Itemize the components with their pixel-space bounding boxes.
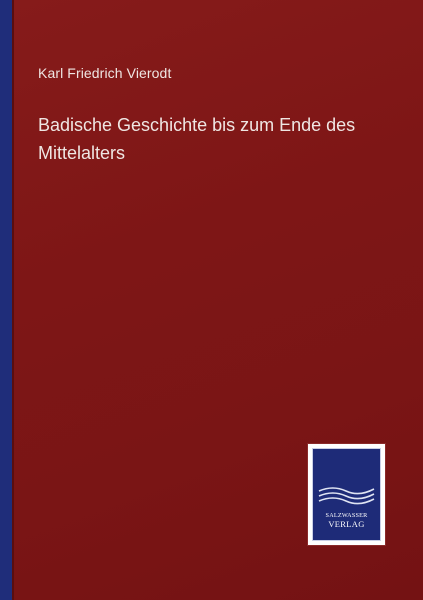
- publisher-name-line1: SALZWASSER: [326, 512, 369, 519]
- spine-stripe: [0, 0, 12, 600]
- publisher-logo: SALZWASSER VERLAG: [307, 443, 386, 546]
- publisher-name-line2: VERLAG: [328, 519, 364, 529]
- author-name: Karl Friedrich Vierodt: [38, 65, 172, 81]
- book-title: Badische Geschichte bis zum Ende des Mit…: [38, 115, 356, 163]
- book-cover: Karl Friedrich Vierodt Badische Geschich…: [0, 0, 423, 600]
- publisher-logo-panel: SALZWASSER VERLAG: [312, 448, 381, 541]
- ship-waves-icon: SALZWASSER VERLAG: [318, 487, 375, 529]
- spine-edge: [12, 0, 14, 600]
